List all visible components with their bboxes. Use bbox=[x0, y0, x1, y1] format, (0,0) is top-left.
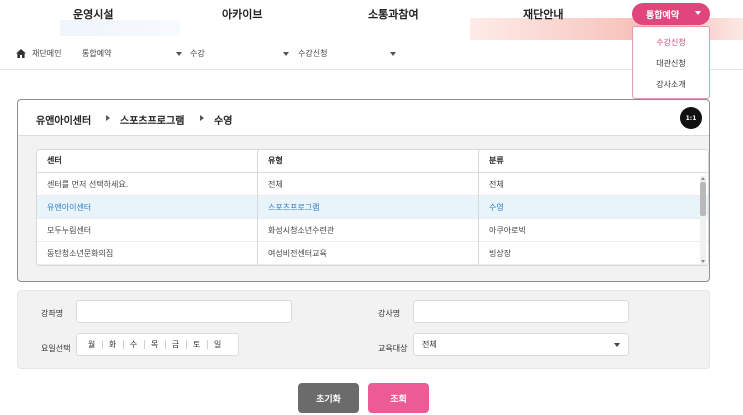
type-listbox[interactable]: 유형 전체 스포츠프로그램 화성시청소년수련관 여성비전센터교육 bbox=[257, 149, 488, 266]
list-item[interactable]: 스포츠프로그램 bbox=[258, 196, 487, 219]
nav-item-facilities[interactable]: 운영시설 bbox=[73, 6, 113, 22]
category-listbox[interactable]: 분류 전체 수영 아쿠아로빅 빙상장 bbox=[478, 149, 709, 266]
header-decoration-left bbox=[60, 20, 180, 36]
chevron-down-icon bbox=[614, 343, 620, 347]
center-listbox[interactable]: 센터 센터를 먼저 선택하세요. 유앤아이센터 모두누림센터 동탄청소년문화의집 bbox=[36, 149, 267, 266]
scrollbar-thumb[interactable] bbox=[700, 182, 706, 216]
list-item[interactable]: 동탄청소년문화의집 bbox=[37, 242, 266, 265]
dropdown-item-rental[interactable]: 대관신청 bbox=[633, 58, 709, 69]
list-item[interactable]: 빙상장 bbox=[479, 242, 708, 265]
selected-type: 스포츠프로그램 bbox=[120, 116, 185, 127]
teacher-name-input[interactable] bbox=[413, 300, 629, 323]
breadcrumb-dropdown-icon[interactable] bbox=[176, 52, 182, 56]
breadcrumb-course[interactable]: 수강 bbox=[190, 48, 205, 59]
target-label: 교육대상 bbox=[378, 344, 408, 353]
scroll-down-icon[interactable] bbox=[701, 260, 705, 263]
dropdown-item-instructors[interactable]: 강사소개 bbox=[633, 79, 709, 90]
scroll-up-icon[interactable] bbox=[701, 177, 705, 180]
home-icon[interactable] bbox=[16, 49, 26, 58]
list-item[interactable]: 여성비전센터교육 bbox=[258, 242, 487, 265]
day-friday[interactable]: 금 bbox=[165, 339, 186, 350]
breadcrumb-dropdown-icon[interactable] bbox=[390, 52, 396, 56]
list-item[interactable]: 전체 bbox=[479, 173, 708, 196]
nav-item-participation[interactable]: 소통과참여 bbox=[368, 6, 419, 22]
center-list-title: 센터 bbox=[37, 150, 266, 173]
list-item[interactable]: 전체 bbox=[258, 173, 487, 196]
breadcrumb-booking[interactable]: 통합예약 bbox=[82, 48, 111, 59]
one-on-one-button[interactable]: 1:1 bbox=[680, 107, 702, 129]
list-item[interactable]: 센터를 먼저 선택하세요. bbox=[37, 173, 266, 196]
search-button[interactable]: 조회 bbox=[368, 383, 429, 413]
list-item[interactable]: 아쿠아로빅 bbox=[479, 219, 708, 242]
chevron-right-icon bbox=[106, 115, 110, 121]
course-name-label: 강좌명 bbox=[41, 309, 64, 318]
booking-menu-label: 통합예약 bbox=[646, 10, 680, 21]
day-select-label: 요일선택 bbox=[41, 344, 71, 353]
reset-button[interactable]: 초기화 bbox=[298, 383, 359, 413]
type-list-title: 유형 bbox=[258, 150, 487, 173]
chevron-down-icon bbox=[695, 11, 701, 15]
breadcrumb-dropdown-icon[interactable] bbox=[283, 52, 289, 56]
day-thursday[interactable]: 목 bbox=[144, 339, 165, 350]
list-item[interactable]: 모두누림센터 bbox=[37, 219, 266, 242]
target-select-value: 전체 bbox=[422, 340, 437, 349]
day-monday[interactable]: 월 bbox=[81, 339, 102, 350]
list-item[interactable]: 유앤아이센터 bbox=[37, 196, 266, 219]
breadcrumb-registration[interactable]: 수강신청 bbox=[298, 48, 327, 59]
day-sunday[interactable]: 일 bbox=[207, 339, 228, 350]
booking-dropdown: 수강신청 대관신청 강사소개 bbox=[632, 26, 710, 99]
course-name-input[interactable] bbox=[76, 300, 292, 323]
dropdown-item-course-registration[interactable]: 수강신청 bbox=[633, 37, 709, 48]
selected-center: 유앤아이센터 bbox=[36, 116, 92, 127]
nav-item-archive[interactable]: 아카이브 bbox=[222, 6, 262, 22]
target-select[interactable]: 전체 bbox=[413, 333, 629, 356]
teacher-name-label: 강사명 bbox=[378, 309, 401, 318]
category-list-title: 분류 bbox=[479, 150, 708, 173]
booking-menu-button[interactable]: 통합예약 bbox=[632, 3, 710, 25]
day-tuesday[interactable]: 화 bbox=[102, 339, 123, 350]
day-saturday[interactable]: 토 bbox=[186, 339, 207, 350]
program-selection-panel: 유앤아이센터 스포츠프로그램 수영 1:1 센터 센터를 먼저 선택하세요. 유… bbox=[17, 99, 710, 282]
breadcrumb-home[interactable]: 재단메인 bbox=[32, 48, 61, 59]
category-list-scrollbar[interactable] bbox=[700, 176, 706, 264]
selected-category: 수영 bbox=[214, 116, 233, 127]
chevron-right-icon bbox=[200, 115, 204, 121]
day-wednesday[interactable]: 수 bbox=[123, 339, 144, 350]
list-item[interactable]: 화성시청소년수련관 bbox=[258, 219, 487, 242]
day-selector: 월 화 수 목 금 토 일 bbox=[76, 333, 239, 356]
list-item[interactable]: 수영 bbox=[479, 196, 708, 219]
selection-path: 유앤아이센터 스포츠프로그램 수영 1:1 bbox=[18, 100, 709, 136]
search-form: 강좌명 강사명 요일선택 월 화 수 목 금 토 일 교육대상 전체 bbox=[17, 290, 710, 369]
nav-item-about[interactable]: 재단안내 bbox=[523, 6, 563, 22]
